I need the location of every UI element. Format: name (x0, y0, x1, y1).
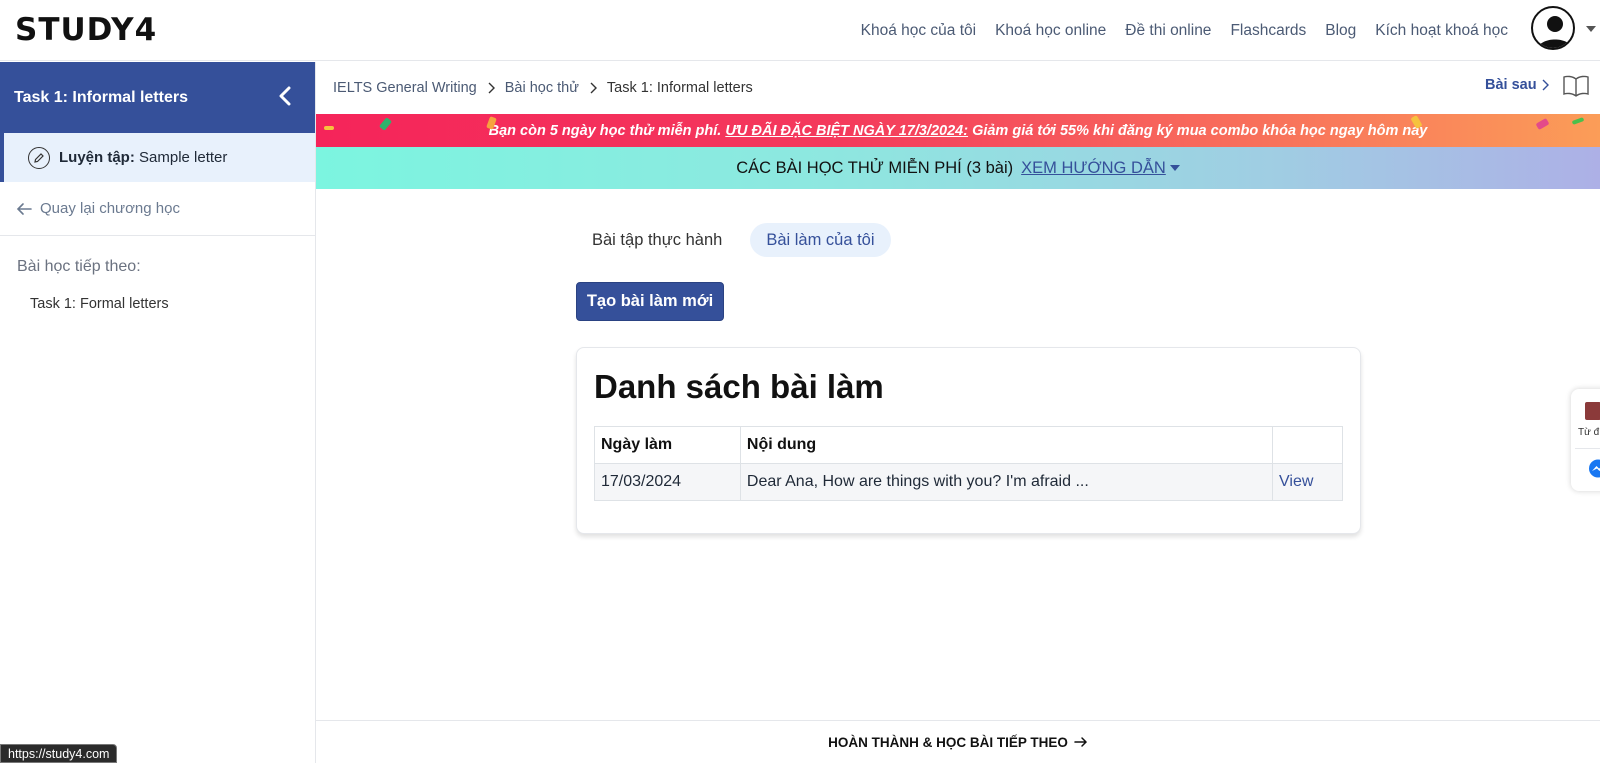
chevron-right-icon (589, 82, 597, 94)
nav-my-courses[interactable]: Khoá học của tôi (861, 22, 976, 40)
view-guide-link[interactable]: XEM HƯỚNG DẪN (1021, 159, 1180, 178)
main-nav: Khoá học của tôi Khoá học online Đề thi … (861, 0, 1508, 61)
promo-banner[interactable]: Bạn còn 5 ngày học thử miễn phí. ƯU ĐÃI … (316, 114, 1600, 147)
column-header-content: Nội dung (739, 426, 1274, 464)
column-header-date: Ngày làm (594, 426, 741, 464)
nav-activate-course[interactable]: Kích hoạt khoá học (1375, 22, 1508, 40)
next-lesson-button[interactable]: Bài sau (1485, 77, 1549, 93)
tab-my-submissions[interactable]: Bài làm của tôi (750, 223, 891, 257)
column-header-action (1272, 426, 1343, 464)
nav-online-courses[interactable]: Khoá học online (995, 22, 1106, 40)
nav-blog[interactable]: Blog (1325, 22, 1356, 40)
promo-text-before: Bạn còn 5 ngày học thử miễn phí. (488, 122, 722, 139)
breadcrumb-current: Task 1: Informal letters (606, 80, 753, 96)
trial-text: CÁC BÀI HỌC THỬ MIỄN PHÍ (3 bài) (736, 158, 1014, 177)
sidebar-item-label: Sample letter (139, 149, 228, 166)
collapse-sidebar-button[interactable] (273, 84, 297, 108)
tab-practice[interactable]: Bài tập thực hành (576, 223, 738, 257)
pencil-icon (28, 146, 50, 169)
submissions-table: Ngày làm Nội dung 17/03/2024 Dear Ana, H… (594, 426, 1343, 501)
dictionary-icon[interactable] (1585, 402, 1600, 420)
confetti-decoration (1571, 117, 1585, 125)
sidebar-header: Task 1: Informal letters (0, 62, 315, 133)
footer-label: HOÀN THÀNH & HỌC BÀI TIẾP THEO (828, 734, 1068, 750)
back-to-chapter-link[interactable]: Quay lại chương học (0, 182, 315, 236)
chevron-right-icon (1542, 79, 1549, 91)
submission-date: 17/03/2024 (594, 463, 741, 501)
messenger-icon[interactable] (1588, 459, 1600, 479)
lesson-sidebar: Task 1: Informal letters Luyện tập: Samp… (0, 62, 316, 763)
status-url-tooltip: https://study4.com (0, 744, 118, 763)
user-avatar[interactable] (1531, 6, 1575, 50)
next-lesson-item[interactable]: Task 1: Formal letters (0, 296, 315, 312)
view-guide-label: XEM HƯỚNG DẪN (1021, 158, 1166, 177)
breadcrumb-course[interactable]: IELTS General Writing (333, 80, 477, 96)
chevron-left-icon (279, 86, 291, 106)
nav-flashcards[interactable]: Flashcards (1230, 22, 1306, 40)
breadcrumb-trial[interactable]: Bài học thử (505, 80, 579, 96)
view-submission-link[interactable]: View (1272, 463, 1343, 501)
table-header-row: Ngày làm Nội dung (594, 426, 1343, 464)
promo-text-after: Giảm giá tới 55% khi đăng ký mua combo k… (972, 122, 1428, 139)
arrow-right-icon (1074, 737, 1087, 747)
dictionary-label: Từ đ (1578, 427, 1600, 438)
submission-content: Dear Ana, How are things with you? I'm a… (739, 463, 1274, 501)
top-navbar: STUDY4 Khoá học của tôi Khoá học online … (0, 0, 1600, 61)
arrow-left-icon (16, 202, 32, 215)
sidebar-item-sample-letter[interactable]: Luyện tập: Sample letter (0, 133, 315, 182)
divider (1575, 448, 1600, 449)
confetti-decoration (1535, 117, 1550, 131)
next-lesson-label: Bài sau (1485, 77, 1537, 93)
confetti-decoration (324, 126, 334, 130)
caret-down-icon (1169, 165, 1180, 171)
sidebar-item-prefix: Luyện tập: (59, 149, 135, 166)
chevron-right-icon (487, 82, 495, 94)
free-trial-banner: CÁC BÀI HỌC THỬ MIỄN PHÍ (3 bài) XEM HƯỚ… (316, 147, 1600, 189)
book-icon[interactable] (1563, 75, 1589, 97)
sidebar-title: Task 1: Informal letters (14, 88, 188, 106)
study4-logo[interactable]: STUDY4 (15, 12, 157, 48)
complete-next-lesson-button[interactable]: HOÀN THÀNH & HỌC BÀI TIẾP THEO (316, 720, 1600, 763)
submissions-card: Danh sách bài làm Ngày làm Nội dung 17/0… (576, 347, 1361, 534)
next-lesson-heading: Bài học tiếp theo: (17, 258, 141, 275)
confetti-decoration (378, 117, 393, 131)
table-row: 17/03/2024 Dear Ana, How are things with… (594, 463, 1343, 501)
promo-highlight: ƯU ĐÃI ĐẶC BIỆT NGÀY 17/3/2024: (725, 122, 969, 139)
user-icon (1537, 16, 1573, 48)
submission-tabs: Bài tập thực hành Bài làm của tôi (576, 223, 891, 257)
floating-tools-widget: Từ đ (1571, 389, 1600, 491)
submissions-title: Danh sách bài làm (594, 368, 884, 405)
chevron-down-icon[interactable] (1586, 26, 1596, 32)
breadcrumb: IELTS General Writing Bài học thử Task 1… (316, 62, 1600, 114)
back-label: Quay lại chương học (40, 200, 180, 217)
create-submission-button[interactable]: Tạo bài làm mới (576, 282, 724, 321)
nav-online-tests[interactable]: Đề thi online (1125, 22, 1211, 40)
